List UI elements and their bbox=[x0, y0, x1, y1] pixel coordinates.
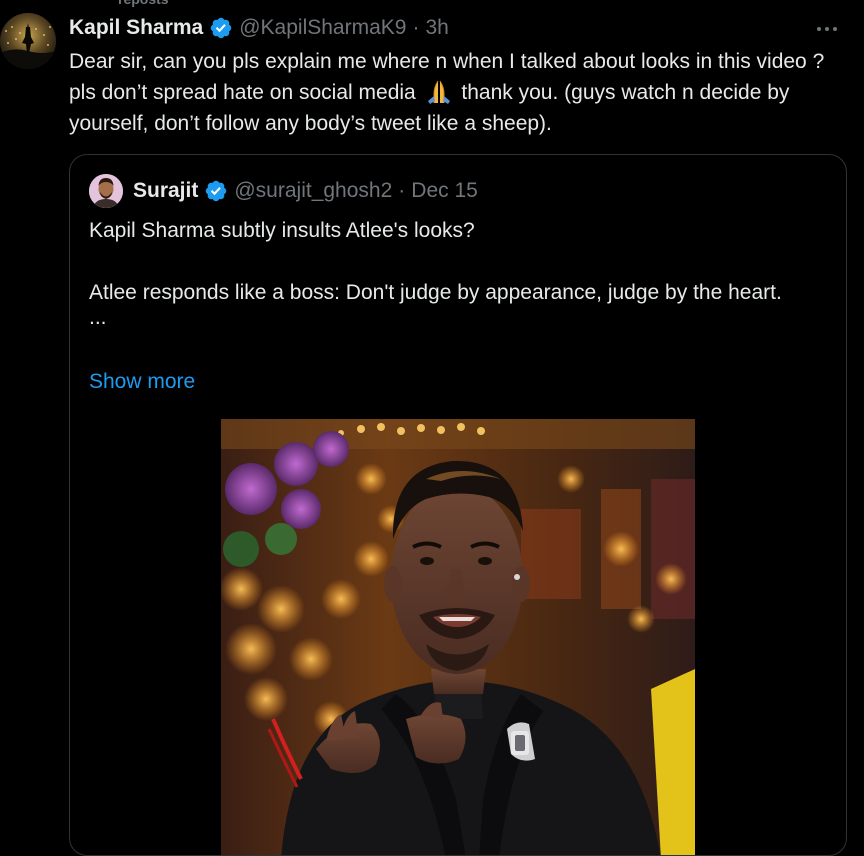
author-handle[interactable]: @KapilSharmaK9 bbox=[239, 16, 406, 40]
quoted-author-avatar-image bbox=[89, 174, 123, 208]
quoted-tweet-date[interactable]: Dec 15 bbox=[411, 179, 478, 203]
video-thumbnail-image bbox=[221, 419, 695, 855]
author-avatar-image bbox=[0, 13, 56, 69]
quoted-author-name[interactable]: Surajit bbox=[133, 179, 198, 203]
separator-dot: · bbox=[412, 16, 420, 39]
quoted-tweet-text: Kapil Sharma subtly insults Atlee's look… bbox=[89, 215, 829, 333]
more-options-icon bbox=[817, 27, 837, 31]
more-options-button[interactable] bbox=[812, 17, 842, 41]
quoted-text-line: Atlee responds like a boss: Don't judge … bbox=[89, 281, 782, 304]
quoted-text-ellipsis: ... bbox=[89, 306, 107, 329]
repost-context: reposts bbox=[118, 0, 169, 7]
tweet-timestamp[interactable]: 3h bbox=[425, 16, 448, 40]
quoted-tweet-card[interactable]: Surajit @surajit_ghosh2 · Dec 15 Kapil S… bbox=[69, 154, 847, 856]
verified-badge-icon bbox=[204, 179, 228, 203]
quoted-author-handle[interactable]: @surajit_ghosh2 bbox=[234, 179, 392, 203]
quoted-text-line: Kapil Sharma subtly insults Atlee's look… bbox=[89, 219, 475, 242]
tweet-text: Dear sir, can you pls explain me where n… bbox=[69, 46, 841, 139]
pray-emoji-icon bbox=[425, 79, 453, 105]
quoted-tweet-media[interactable] bbox=[221, 419, 695, 855]
author-name[interactable]: Kapil Sharma bbox=[69, 16, 203, 40]
show-more-link[interactable]: Show more bbox=[89, 366, 195, 397]
verified-badge-icon bbox=[209, 16, 233, 40]
separator-dot: · bbox=[398, 179, 406, 202]
author-avatar[interactable] bbox=[0, 13, 56, 69]
tweet-header: Kapil Sharma @KapilSharmaK9 · 3h bbox=[69, 13, 449, 43]
quoted-author-avatar[interactable] bbox=[89, 174, 123, 208]
quoted-tweet-header: Surajit @surajit_ghosh2 · Dec 15 bbox=[89, 173, 478, 209]
